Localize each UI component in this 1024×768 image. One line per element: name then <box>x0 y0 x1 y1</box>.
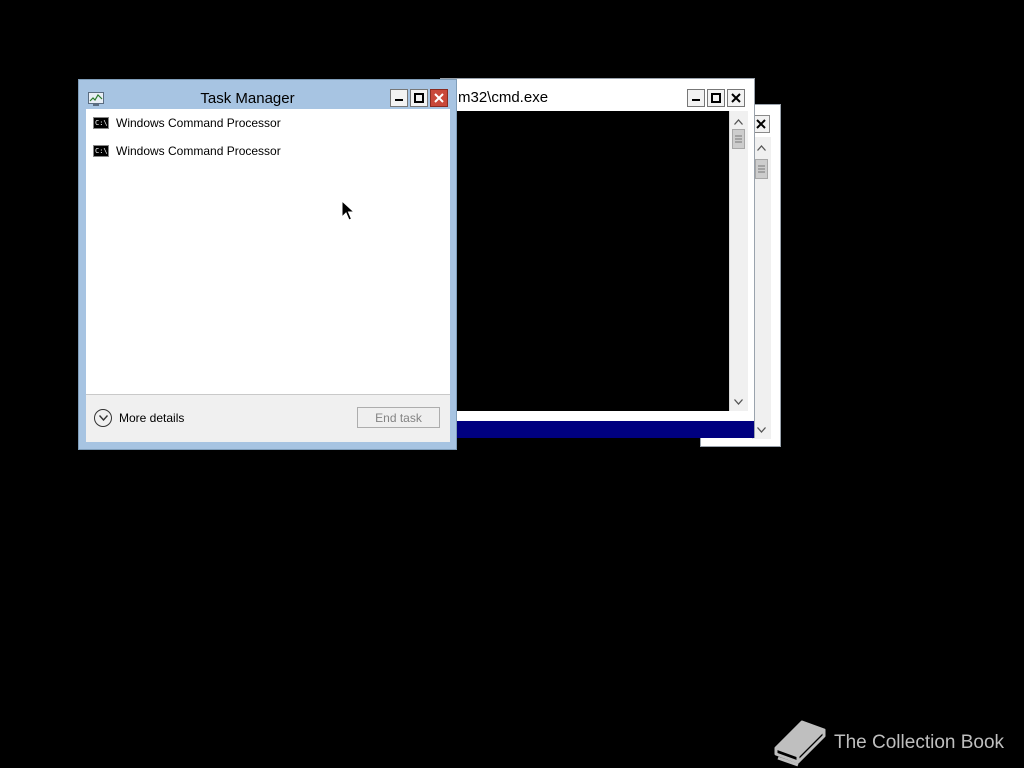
scroll-up-icon[interactable] <box>730 113 747 130</box>
process-list-panel: C:\ Windows Command Processor C:\ Window… <box>86 109 450 442</box>
vertical-scrollbar[interactable] <box>729 111 748 411</box>
book-icon <box>774 720 826 767</box>
close-button[interactable] <box>430 89 448 107</box>
process-row[interactable]: C:\ Windows Command Processor <box>86 140 281 162</box>
maximize-button[interactable] <box>707 89 725 107</box>
scroll-up-icon[interactable] <box>753 139 770 156</box>
process-name: Windows Command Processor <box>116 144 281 158</box>
process-row[interactable]: C:\ Windows Command Processor <box>86 112 281 134</box>
close-button[interactable] <box>727 89 745 107</box>
close-icon <box>731 93 741 103</box>
watermark: The Collection Book <box>772 718 1004 768</box>
scroll-down-icon[interactable] <box>730 393 747 410</box>
cmd-icon: C:\ <box>93 117 109 129</box>
window-title: Task Manager <box>200 90 295 107</box>
mouse-cursor-icon <box>341 200 355 221</box>
maximize-icon <box>711 93 721 103</box>
window-title: m32\cmd.exe <box>458 89 549 106</box>
minimize-button[interactable] <box>390 89 408 107</box>
minimize-button[interactable] <box>687 89 705 107</box>
more-details-label: More details <box>119 411 185 425</box>
cmd-icon: C:\ <box>93 145 109 157</box>
console-area[interactable] <box>457 111 729 411</box>
cmd-window[interactable]: m32\cmd.exe <box>440 78 755 438</box>
footer-bar: More details End task <box>86 395 450 442</box>
minimize-icon <box>395 99 403 101</box>
maximize-icon <box>414 93 424 103</box>
minimize-icon <box>692 99 700 101</box>
horizontal-scrollbar[interactable] <box>457 421 754 438</box>
scroll-down-icon[interactable] <box>753 421 770 438</box>
scroll-thumb[interactable] <box>732 129 745 149</box>
watermark-text: The Collection Book <box>834 732 1005 753</box>
end-task-button[interactable]: End task <box>357 407 440 428</box>
more-details-button[interactable]: More details <box>94 409 184 427</box>
window-controls <box>390 89 448 107</box>
task-manager-window[interactable]: Task Manager C:\ Windows Command Process… <box>78 79 457 450</box>
title-bar[interactable]: Task Manager <box>79 80 456 110</box>
scroll-thumb[interactable] <box>755 159 768 179</box>
close-icon <box>434 93 444 103</box>
maximize-button[interactable] <box>410 89 428 107</box>
close-icon <box>756 119 766 129</box>
process-name: Windows Command Processor <box>116 116 281 130</box>
window-controls <box>687 89 745 107</box>
chevron-down-icon <box>94 409 112 427</box>
